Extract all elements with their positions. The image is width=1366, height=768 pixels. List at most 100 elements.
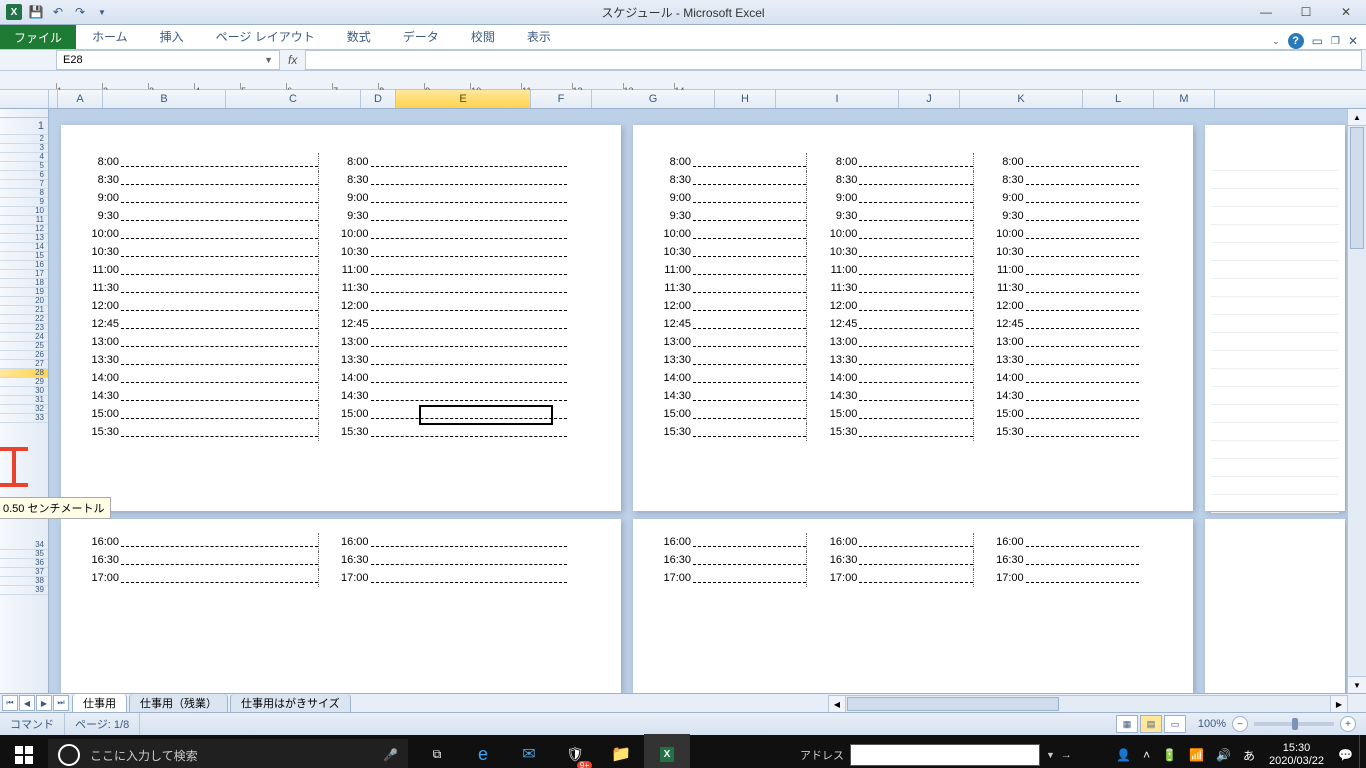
schedule-line <box>1026 175 1139 185</box>
vscroll-thumb[interactable] <box>1350 127 1364 249</box>
scroll-right-icon[interactable]: ▶ <box>1330 696 1347 712</box>
horizontal-ruler[interactable]: 1234567891011121314 <box>0 71 1366 90</box>
page-layout-canvas[interactable]: 8:008:008:308:309:009:009:309:3010:0010:… <box>49 109 1366 693</box>
row-header-39[interactable]: 39 <box>0 586 48 595</box>
mail-icon[interactable]: ✉ <box>506 734 552 768</box>
restore-window-icon[interactable]: ❐ <box>1331 36 1340 47</box>
sheet-nav-last-icon[interactable]: ⏭ <box>53 695 69 711</box>
show-desktop-button[interactable] <box>1359 735 1366 768</box>
name-box[interactable]: E28 ▼ <box>56 50 280 70</box>
notifications-icon[interactable]: 💬 <box>1332 748 1359 762</box>
col-header-D[interactable]: D <box>361 90 396 108</box>
edge-icon[interactable]: e <box>460 734 506 768</box>
sheet-nav-prev-icon[interactable]: ◀ <box>19 695 35 711</box>
formula-input[interactable] <box>305 50 1362 70</box>
schedule-line <box>371 229 568 239</box>
sheet-tab-3[interactable]: 仕事用はがきサイズ <box>230 694 351 713</box>
schedule-row: 12:0012:00 <box>83 297 567 315</box>
tray-up-icon[interactable]: ˄ <box>1137 748 1156 762</box>
col-header-L[interactable]: L <box>1083 90 1154 108</box>
qat-dropdown-icon[interactable]: ▼ <box>94 4 110 20</box>
minimize-button[interactable]: ― <box>1246 0 1286 24</box>
sheet-tab-2[interactable]: 仕事用（残業） <box>129 694 228 713</box>
tab-view[interactable]: 表示 <box>511 24 567 49</box>
guard-icon[interactable]: 🛡9+ <box>552 734 598 768</box>
task-view-icon[interactable]: ⧉ <box>414 734 460 768</box>
view-page-break-icon[interactable]: ▭ <box>1164 715 1186 733</box>
battery-icon[interactable]: 🔋 <box>1156 748 1183 762</box>
zoom-in-button[interactable]: + <box>1340 716 1356 732</box>
schedule-row: 9:009:009:00 <box>655 189 1139 207</box>
col-header-F[interactable]: F <box>531 90 592 108</box>
tab-review[interactable]: 校閲 <box>455 24 511 49</box>
time-cell: 15:30 <box>333 426 371 438</box>
scroll-down-icon[interactable]: ▼ <box>1348 676 1366 693</box>
time-cell: 17:00 <box>988 572 1026 584</box>
zoom-slider[interactable] <box>1254 722 1334 726</box>
col-header-J[interactable]: J <box>899 90 960 108</box>
ime-icon[interactable]: あ <box>1237 747 1261 764</box>
fx-icon[interactable]: fx <box>280 53 305 67</box>
undo-icon[interactable]: ↶ <box>50 4 66 20</box>
address-dropdown-icon[interactable]: ▼ <box>1046 750 1055 760</box>
col-header-K[interactable]: K <box>960 90 1083 108</box>
redo-icon[interactable]: ↷ <box>72 4 88 20</box>
taskbar-search[interactable]: ここに入力して検索 🎤 <box>48 739 408 768</box>
horizontal-scrollbar[interactable]: ◀ ▶ <box>828 695 1348 713</box>
explorer-icon[interactable]: 📁 <box>598 734 644 768</box>
tab-page-layout[interactable]: ページ レイアウト <box>200 24 331 49</box>
zoom-out-button[interactable]: − <box>1232 716 1248 732</box>
tab-data[interactable]: データ <box>387 24 455 49</box>
people-icon[interactable]: 👤 <box>1110 748 1137 762</box>
schedule-row: 16:3016:30 <box>83 551 567 569</box>
sheet-nav-first-icon[interactable]: ⏮ <box>2 695 18 711</box>
file-tab[interactable]: ファイル <box>0 25 76 49</box>
select-all-button[interactable] <box>0 90 49 108</box>
margin-drag-handle[interactable] <box>0 447 28 487</box>
col-header-I[interactable]: I <box>776 90 899 108</box>
maximize-button[interactable]: ☐ <box>1286 0 1326 24</box>
row-header-1[interactable]: 1 <box>0 118 48 135</box>
address-input[interactable] <box>850 744 1040 766</box>
col-header-M[interactable]: M <box>1154 90 1215 108</box>
view-page-layout-icon[interactable]: ▤ <box>1140 715 1162 733</box>
tray-clock[interactable]: 15:30 2020/03/22 <box>1261 742 1332 768</box>
schedule-line <box>371 175 568 185</box>
tab-formulas[interactable]: 数式 <box>331 24 387 49</box>
address-go-icon[interactable]: → <box>1061 749 1072 761</box>
close-workbook-icon[interactable]: ✕ <box>1348 34 1358 48</box>
mic-icon[interactable]: 🎤 <box>383 748 398 762</box>
scroll-up-icon[interactable]: ▲ <box>1348 109 1366 126</box>
sheet-tab-1[interactable]: 仕事用 <box>72 694 127 713</box>
schedule-row: 13:0013:0013:00 <box>655 333 1139 351</box>
start-button[interactable] <box>0 735 48 768</box>
scroll-left-icon[interactable]: ◀ <box>829 696 846 712</box>
page-4: 16:0016:0016:0016:3016:3016:3017:0017:00… <box>633 519 1193 693</box>
time-cell: 9:00 <box>333 192 371 204</box>
close-button[interactable]: ✕ <box>1326 0 1366 24</box>
ribbon-collapse-icon[interactable]: ⌄ <box>1272 36 1280 47</box>
col-header-B[interactable]: B <box>103 90 226 108</box>
volume-icon[interactable]: 🔊 <box>1210 748 1237 762</box>
hscroll-thumb[interactable] <box>847 697 1059 711</box>
tab-home[interactable]: ホーム <box>76 24 144 49</box>
help-icon[interactable]: ? <box>1288 33 1304 49</box>
col-header-G[interactable]: G <box>592 90 715 108</box>
row-header-33[interactable]: 33 <box>0 414 48 423</box>
view-normal-icon[interactable]: ▦ <box>1116 715 1138 733</box>
window-options-icon[interactable]: ▭ <box>1312 34 1323 48</box>
quick-access-toolbar: X 💾 ↶ ↷ ▼ <box>0 4 110 20</box>
tab-insert[interactable]: 挿入 <box>144 24 200 49</box>
zoom-thumb[interactable] <box>1292 718 1298 730</box>
name-box-dropdown-icon[interactable]: ▼ <box>264 55 273 65</box>
col-header-C[interactable]: C <box>226 90 361 108</box>
save-icon[interactable]: 💾 <box>28 4 44 20</box>
wifi-icon[interactable]: 📶 <box>1183 748 1210 762</box>
time-cell: 10:00 <box>821 228 859 240</box>
vertical-scrollbar[interactable]: ▲ ▼ <box>1347 109 1366 693</box>
col-header-H[interactable]: H <box>715 90 776 108</box>
sheet-nav-next-icon[interactable]: ▶ <box>36 695 52 711</box>
col-header-A[interactable]: A <box>58 90 103 108</box>
excel-taskbar-icon[interactable]: X <box>644 734 690 768</box>
col-header-E[interactable]: E <box>396 90 531 108</box>
